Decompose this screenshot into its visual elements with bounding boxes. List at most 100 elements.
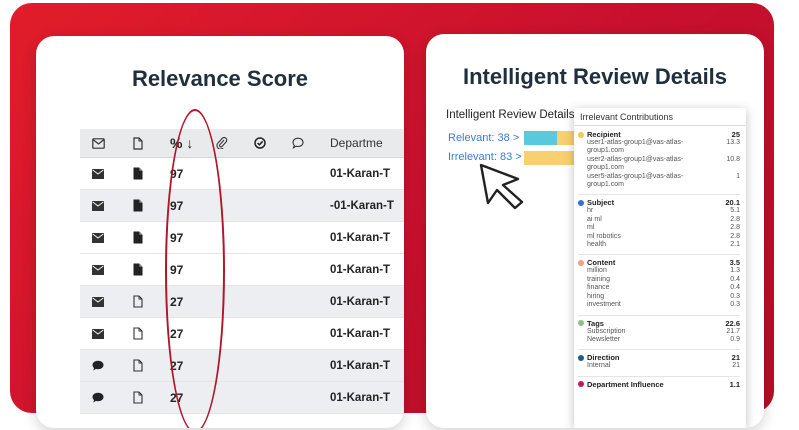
item-label: ml xyxy=(587,224,595,232)
group-color-dot xyxy=(578,199,584,206)
department-column-header[interactable]: Departme xyxy=(330,129,404,157)
group-total: 21 xyxy=(731,353,740,363)
group-name: Tags xyxy=(587,318,604,328)
table-row[interactable]: 97 01-Karan-T xyxy=(80,254,404,286)
envelope-outline-icon[interactable] xyxy=(88,129,108,157)
department-cell: 01-Karan-T xyxy=(330,295,391,308)
chat-bubble-icon[interactable] xyxy=(288,129,308,157)
envelope-icon xyxy=(88,222,108,253)
group-color-dot xyxy=(578,354,584,361)
relevance-score-card: Relevance Score % ↓ Departme 97 01-Karan-… xyxy=(36,36,404,428)
group-header: Direction 21 xyxy=(578,353,740,362)
envelope-icon xyxy=(88,318,108,349)
document-outline-icon[interactable] xyxy=(128,129,148,157)
document-icon xyxy=(128,254,148,285)
group-separator xyxy=(578,254,740,256)
group-separator xyxy=(578,349,740,351)
score-column-header[interactable]: % ↓ xyxy=(170,129,210,157)
department-cell: 01-Karan-T xyxy=(330,391,391,404)
group-name: Direction xyxy=(587,353,620,363)
group-name: Recipient xyxy=(587,130,621,139)
group-total: 1.1 xyxy=(729,379,740,389)
item-value: 0.9 xyxy=(730,335,740,343)
irrelevant-bar[interactable] xyxy=(524,151,578,165)
relevance-table: % ↓ Departme 97 01-Karan-T 97 -01-Karan-T 97… xyxy=(80,129,404,414)
contribution-item: Internal 21 xyxy=(578,362,740,370)
relevant-bar[interactable] xyxy=(524,131,574,145)
contribution-group: Tags 22.6 Subscription 21.7 Newsletter 0.9 xyxy=(578,319,740,345)
contribution-group: Department Influence 1.1 xyxy=(578,380,740,389)
group-color-dot xyxy=(578,381,584,388)
item-value: 21.7 xyxy=(726,327,740,335)
relevant-bar-yellow xyxy=(557,131,574,145)
group-header: Recipient 25 xyxy=(578,130,740,139)
document-icon xyxy=(128,286,148,317)
table-row[interactable]: 27 01-Karan-T xyxy=(80,286,404,318)
group-header: Department Influence 1.1 xyxy=(578,380,740,389)
item-label: million xyxy=(587,267,607,275)
group-total: 25 xyxy=(731,130,740,139)
relevant-bar-teal xyxy=(524,131,557,145)
item-label: training xyxy=(587,275,610,283)
group-color-dot xyxy=(578,131,584,138)
contribution-item: ai ml 2.8 xyxy=(578,216,740,224)
item-label: ai ml xyxy=(587,215,602,223)
table-row[interactable]: 27 01-Karan-T xyxy=(80,382,404,414)
group-total: 3.5 xyxy=(729,258,740,268)
item-value: 21 xyxy=(732,362,740,370)
group-separator xyxy=(578,194,740,196)
item-value: 0.3 xyxy=(730,301,740,309)
score-cell: 27 xyxy=(170,294,184,309)
contribution-item: finance 0.4 xyxy=(578,284,740,292)
item-value: 2.8 xyxy=(730,224,740,232)
group-total: 22.6 xyxy=(725,318,740,328)
relevant-link[interactable]: Relevant: 38 > xyxy=(448,132,519,144)
score-cell: 27 xyxy=(170,358,184,373)
contribution-item: Newsletter 0.9 xyxy=(578,336,740,344)
item-label: hiring xyxy=(587,292,605,300)
group-name: Content xyxy=(587,258,616,268)
table-body: 97 01-Karan-T 97 -01-Karan-T 97 01-Karan-T 97 0… xyxy=(80,158,404,414)
intelligent-review-card: Intelligent Review Details Intelligent R… xyxy=(426,34,764,428)
envelope-icon xyxy=(88,190,108,221)
paperclip-icon[interactable] xyxy=(212,129,232,157)
contribution-item: hiring 0.3 xyxy=(578,293,740,301)
item-label: Internal xyxy=(587,362,611,370)
envelope-icon xyxy=(88,254,108,285)
contribution-item: ml robotics 2.8 xyxy=(578,233,740,241)
table-row[interactable]: 97 01-Karan-T xyxy=(80,222,404,254)
department-cell: 01-Karan-T xyxy=(330,231,391,244)
group-header: Content 3.5 xyxy=(578,258,740,267)
contribution-group: Recipient 25 user1-atlas-group1@vas-atlas-… xyxy=(578,130,740,189)
table-row[interactable]: 97 -01-Karan-T xyxy=(80,190,404,222)
group-name: Department Influence xyxy=(587,379,664,389)
item-value: 5.1 xyxy=(730,207,740,215)
contribution-item: investment 0.3 xyxy=(578,301,740,309)
document-icon xyxy=(128,190,148,221)
item-value: 13.3 xyxy=(726,139,740,146)
contribution-item: ml 2.8 xyxy=(578,224,740,232)
check-circle-icon[interactable] xyxy=(250,129,270,157)
item-value: 0.4 xyxy=(730,284,740,292)
popup-body: Recipient 25 user1-atlas-group1@vas-atlas-… xyxy=(574,126,746,389)
document-icon xyxy=(128,222,148,253)
score-cell: 97 xyxy=(170,230,184,245)
envelope-icon xyxy=(88,286,108,317)
group-header: Tags 22.6 xyxy=(578,319,740,328)
score-cell: 97 xyxy=(170,166,184,181)
table-row[interactable]: 27 01-Karan-T xyxy=(80,318,404,350)
item-label: investment xyxy=(587,301,621,309)
item-label: user1-atlas-group1@vas-atlas-group1.com xyxy=(587,139,684,155)
item-value: 2.1 xyxy=(730,241,740,249)
contribution-item: user2-atlas-group1@vas-atlas-group1.com 1… xyxy=(578,156,740,173)
table-row[interactable]: 97 01-Karan-T xyxy=(80,158,404,190)
contribution-item: Subscription 21.7 xyxy=(578,328,740,336)
table-header: % ↓ Departme xyxy=(80,129,404,158)
contribution-group: Direction 21 Internal 21 xyxy=(578,353,740,370)
item-label: health xyxy=(587,241,607,249)
contribution-item: health 2.1 xyxy=(578,241,740,249)
item-label: user2-atlas-group1@vas-atlas-group1.com xyxy=(587,155,684,172)
item-label: ml robotics xyxy=(587,232,621,240)
department-cell: 01-Karan-T xyxy=(330,263,391,276)
table-row[interactable]: 27 01-Karan-T xyxy=(80,350,404,382)
